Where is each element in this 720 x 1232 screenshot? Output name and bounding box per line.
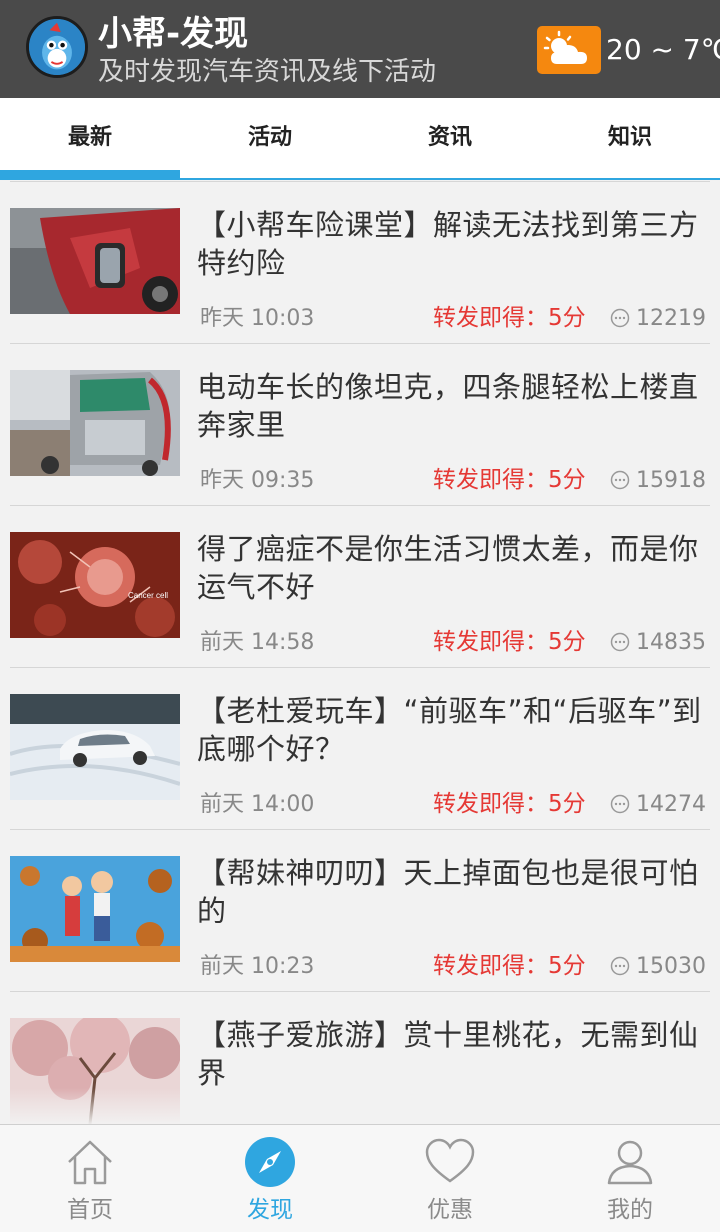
comment-count: 15918 (636, 468, 706, 493)
tab-news[interactable]: 资讯 (360, 98, 540, 178)
page-title: 小帮-发现 (98, 14, 249, 54)
article-item[interactable]: Cancer cell 得了癌症不是你生活习惯太差，而是你运气不好 前天 14:… (10, 505, 710, 666)
article-thumbnail (10, 208, 180, 314)
comment-count: 14274 (636, 792, 706, 817)
article-item[interactable]: 【小帮车险课堂】解读无法找到第三方特约险 昨天 10:03 转发即得：5分 12… (10, 181, 710, 342)
article-item[interactable]: 【帮妹神叨叨】天上掉面包也是很可怕的 前天 10:23 转发即得：5分 1503… (10, 829, 710, 990)
share-reward: 转发即得：5分 (433, 629, 586, 655)
nav-profile[interactable]: 我的 (540, 1125, 720, 1232)
article-thumbnail (10, 856, 180, 962)
nav-discover-label: 发现 (247, 1197, 293, 1223)
article-time: 昨天 10:03 (200, 306, 315, 331)
nav-deals[interactable]: 优惠 (360, 1125, 540, 1232)
article-list[interactable]: 【小帮车险课堂】解读无法找到第三方特约险 昨天 10:03 转发即得：5分 12… (0, 180, 720, 1124)
home-icon (63, 1135, 117, 1189)
article-headline[interactable]: 【老杜爱玩车】“前驱车”和“后驱车”到底哪个好？ (197, 692, 712, 768)
article-time: 前天 10:23 (200, 954, 315, 979)
article-time: 前天 14:00 (200, 792, 315, 817)
list-fade (0, 1088, 720, 1124)
bottom-navigation: 首页 发现 优惠 我的 (0, 1124, 720, 1232)
app-logo (26, 16, 88, 78)
nav-discover[interactable]: 发现 (180, 1125, 360, 1232)
comment-icon (610, 470, 630, 490)
category-tabs: 最新 活动 资讯 知识 (0, 98, 720, 180)
tab-latest[interactable]: 最新 (0, 98, 180, 178)
comment-icon (610, 956, 630, 976)
comment-count: 14835 (636, 630, 706, 655)
comment-count: 12219 (636, 306, 706, 331)
share-reward: 转发即得：5分 (433, 467, 586, 493)
thumbnail-caption: Cancer cell (128, 591, 168, 600)
article-time: 前天 14:58 (200, 630, 315, 655)
article-item[interactable]: 电动车长的像坦克，四条腿轻松上楼直奔家里 昨天 09:35 转发即得：5分 15… (10, 343, 710, 504)
comment-icon (610, 308, 630, 328)
share-reward: 转发即得：5分 (433, 791, 586, 817)
nav-home[interactable]: 首页 (0, 1125, 180, 1232)
article-thumbnail: Cancer cell (10, 532, 180, 638)
article-thumbnail (10, 694, 180, 800)
temperature-range: 20 ~ 7℃ (606, 33, 720, 66)
share-reward: 转发即得：5分 (433, 953, 586, 979)
comment-icon (610, 632, 630, 652)
page-subtitle: 及时发现汽车资讯及线下活动 (98, 57, 437, 87)
article-thumbnail (10, 370, 180, 476)
user-icon (603, 1135, 657, 1189)
article-headline[interactable]: 【小帮车险课堂】解读无法找到第三方特约险 (197, 206, 712, 282)
comment-icon (610, 794, 630, 814)
heart-icon (423, 1135, 477, 1189)
partly-cloudy-icon[interactable] (537, 26, 601, 74)
article-headline[interactable]: 电动车长的像坦克，四条腿轻松上楼直奔家里 (197, 368, 712, 444)
tab-events[interactable]: 活动 (180, 98, 360, 178)
nav-home-label: 首页 (67, 1197, 113, 1223)
article-time: 昨天 09:35 (200, 468, 315, 493)
nav-deals-label: 优惠 (427, 1197, 473, 1223)
article-headline[interactable]: 【燕子爱旅游】赏十里桃花，无需到仙界 (197, 1016, 712, 1092)
share-reward: 转发即得：5分 (433, 305, 586, 331)
nav-profile-label: 我的 (607, 1197, 653, 1223)
app-header: 小帮-发现 及时发现汽车资讯及线下活动 20 ~ 7℃ (0, 0, 720, 98)
tab-knowledge[interactable]: 知识 (540, 98, 720, 178)
comment-count: 15030 (636, 954, 706, 979)
article-headline[interactable]: 得了癌症不是你生活习惯太差，而是你运气不好 (197, 530, 712, 606)
article-item[interactable]: 【老杜爱玩车】“前驱车”和“后驱车”到底哪个好？ 前天 14:00 转发即得：5… (10, 667, 710, 828)
compass-icon (243, 1135, 297, 1189)
article-headline[interactable]: 【帮妹神叨叨】天上掉面包也是很可怕的 (197, 854, 712, 930)
